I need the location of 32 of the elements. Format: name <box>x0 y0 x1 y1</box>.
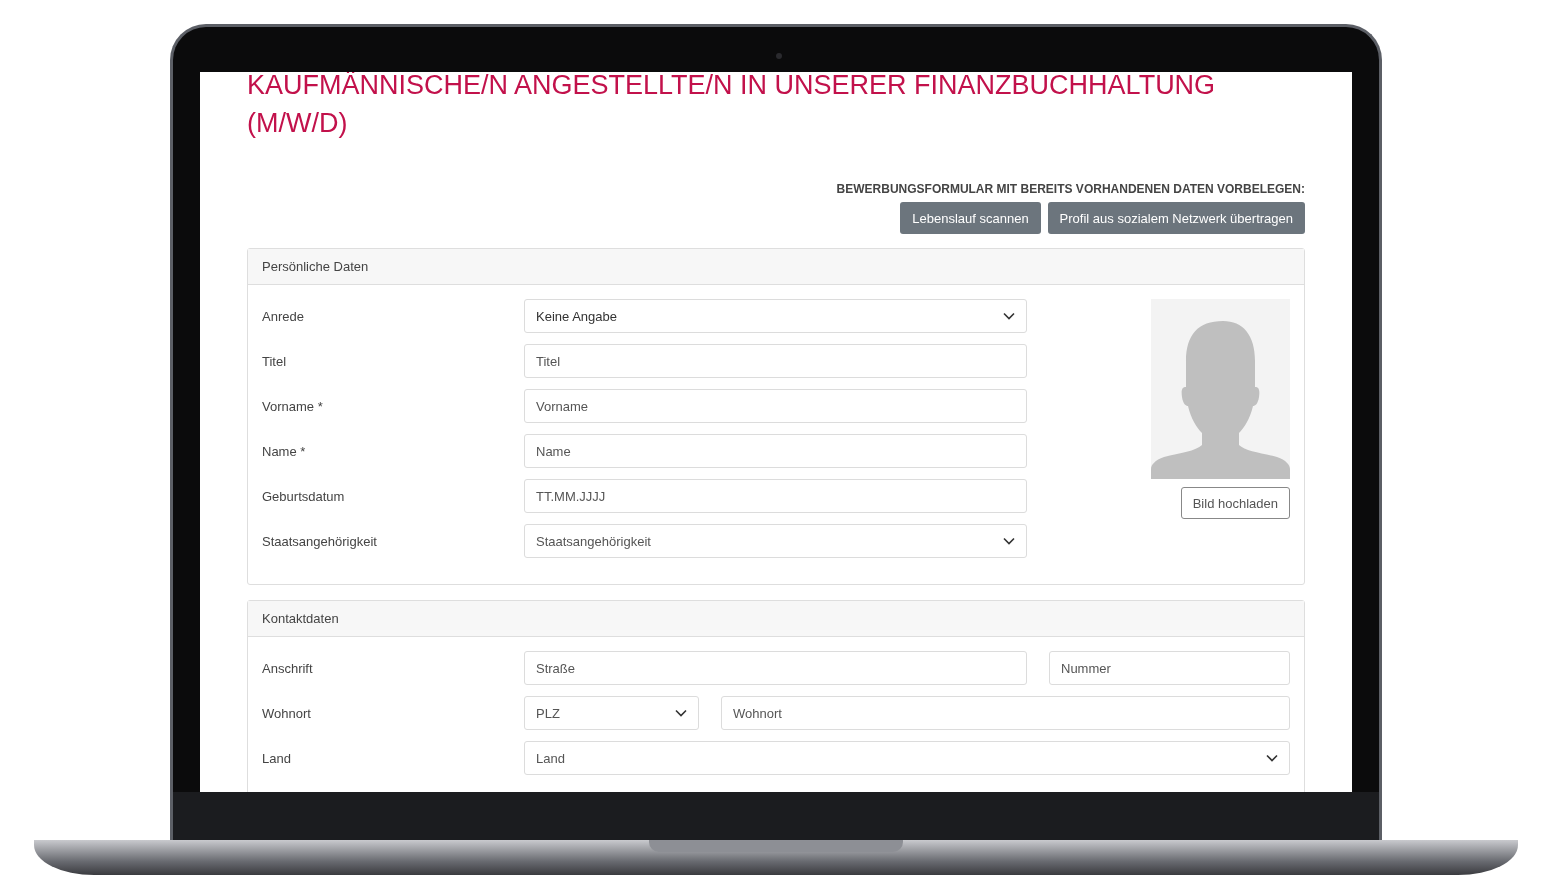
field-label: Wohnort <box>262 705 312 721</box>
field-label: Titel <box>262 353 288 369</box>
camera-icon <box>776 53 782 59</box>
field-label: Vorname * <box>262 398 324 414</box>
upload-photo-button[interactable]: Bild hochladen <box>1180 487 1290 519</box>
prefill-label: BEWERBUNGSFORMULAR MIT BEREITS VORHANDENEN DATEN VORBELEGEN: <box>836 182 1305 196</box>
chevron-down-icon <box>1266 754 1278 762</box>
chevron-down-icon <box>675 709 687 717</box>
input-field[interactable]: TT.MM.JJJJ <box>524 479 1027 513</box>
select-field[interactable]: Keine Angabe <box>524 299 1027 333</box>
input-field[interactable]: Wohnort <box>721 696 1290 730</box>
input-field[interactable]: Titel <box>524 344 1027 378</box>
field-label: Staatsangehörigkeit <box>262 533 378 549</box>
prefill-button[interactable]: Profil aus sozialem Netzwerk übertragen <box>1047 202 1305 234</box>
chevron-down-icon <box>1003 537 1015 545</box>
input-field[interactable]: Vorname <box>524 389 1027 423</box>
field-label: Anschrift <box>262 660 314 676</box>
chevron-down-icon <box>1003 312 1015 320</box>
input-field[interactable]: Straße <box>524 651 1027 685</box>
select-field[interactable]: Land <box>524 741 1290 775</box>
select-field[interactable]: Staatsangehörigkeit <box>524 524 1027 558</box>
card-header: Kontaktdaten <box>248 601 1304 637</box>
input-field[interactable]: Nummer <box>1049 651 1290 685</box>
field-label: Name * <box>262 443 307 459</box>
page-title: KAUFMÄNNISCHE/N ANGESTELLTE/N IN UNSERER FINANZBUCHHALTUNG (M/W/D) <box>247 72 1217 140</box>
select-field[interactable]: PLZ <box>524 696 699 730</box>
field-label: Geburtsdatum <box>262 488 346 504</box>
card-header: Persönliche Daten <box>248 249 1304 285</box>
field-label: Anrede <box>262 308 305 324</box>
field-label: Land <box>262 750 292 766</box>
prefill-button[interactable]: Lebenslauf scannen <box>900 202 1041 234</box>
input-field[interactable]: Name <box>524 434 1027 468</box>
